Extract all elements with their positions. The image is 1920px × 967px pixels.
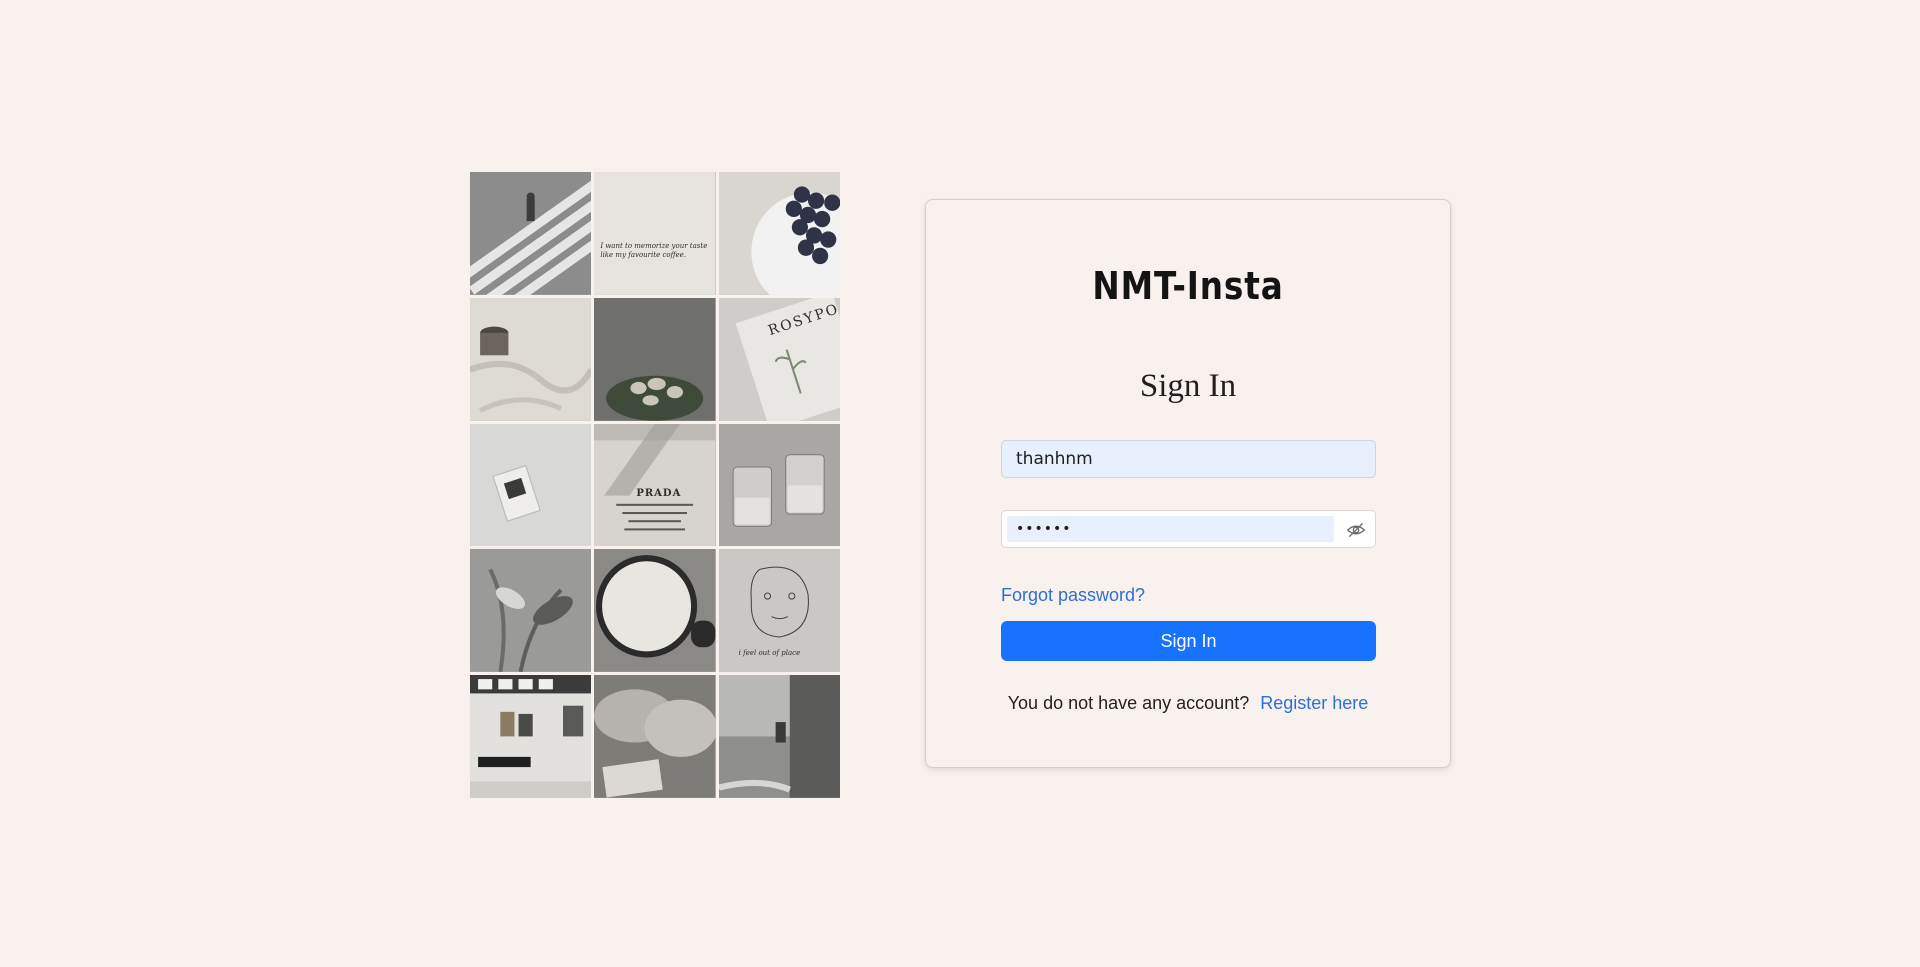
lily-shadow-photo: [470, 549, 592, 673]
register-prompt: You do not have any account?: [1007, 693, 1250, 713]
grapes-plate-photo: [718, 172, 840, 295]
username-input[interactable]: [1002, 441, 1375, 477]
magazine-photo: ROSYPO: [718, 297, 840, 421]
forgot-password-link[interactable]: Forgot password?: [1001, 585, 1145, 606]
password-input[interactable]: [1002, 511, 1332, 547]
books-on-sheet-photo: [470, 423, 592, 547]
register-link[interactable]: Register here: [1260, 693, 1368, 713]
face-sketch-photo: i feel out of place: [718, 549, 840, 673]
sign-in-button[interactable]: Sign In: [1001, 621, 1376, 661]
balcony-sea-photo: [718, 675, 840, 798]
eye-slash-icon[interactable]: [1346, 520, 1366, 540]
plant-bowl-photo: [594, 297, 716, 421]
username-field-wrapper: [1001, 440, 1376, 478]
prada-card-photo: PRADA: [594, 423, 716, 547]
note-caption: I want to memorize your taste like my fa…: [600, 242, 708, 259]
glasses-photo: [718, 423, 840, 547]
handwritten-note-photo: I want to memorize your taste like my fa…: [594, 172, 716, 295]
latte-mug-photo: [594, 549, 716, 673]
pillows-photo: [594, 675, 716, 798]
register-line: You do not have any account? Register he…: [926, 693, 1450, 714]
prada-caption: PRADA: [636, 487, 682, 499]
crosswalk-photo: [470, 172, 592, 295]
password-field-wrapper: [1001, 510, 1376, 548]
photo-collage: I want to memorize your taste like my fa…: [470, 172, 840, 798]
sign-in-card: NMT-Insta Sign In Forgot password? Sign …: [925, 199, 1451, 768]
gallery-room-photo: [470, 675, 592, 798]
coffee-on-bed-photo: [470, 297, 592, 421]
app-logo: NMT-Insta: [1092, 264, 1284, 308]
sign-in-page: I want to memorize your taste like my fa…: [0, 0, 1920, 967]
sketch-caption: i feel out of place: [738, 649, 801, 658]
page-title: Sign In: [1139, 368, 1237, 404]
